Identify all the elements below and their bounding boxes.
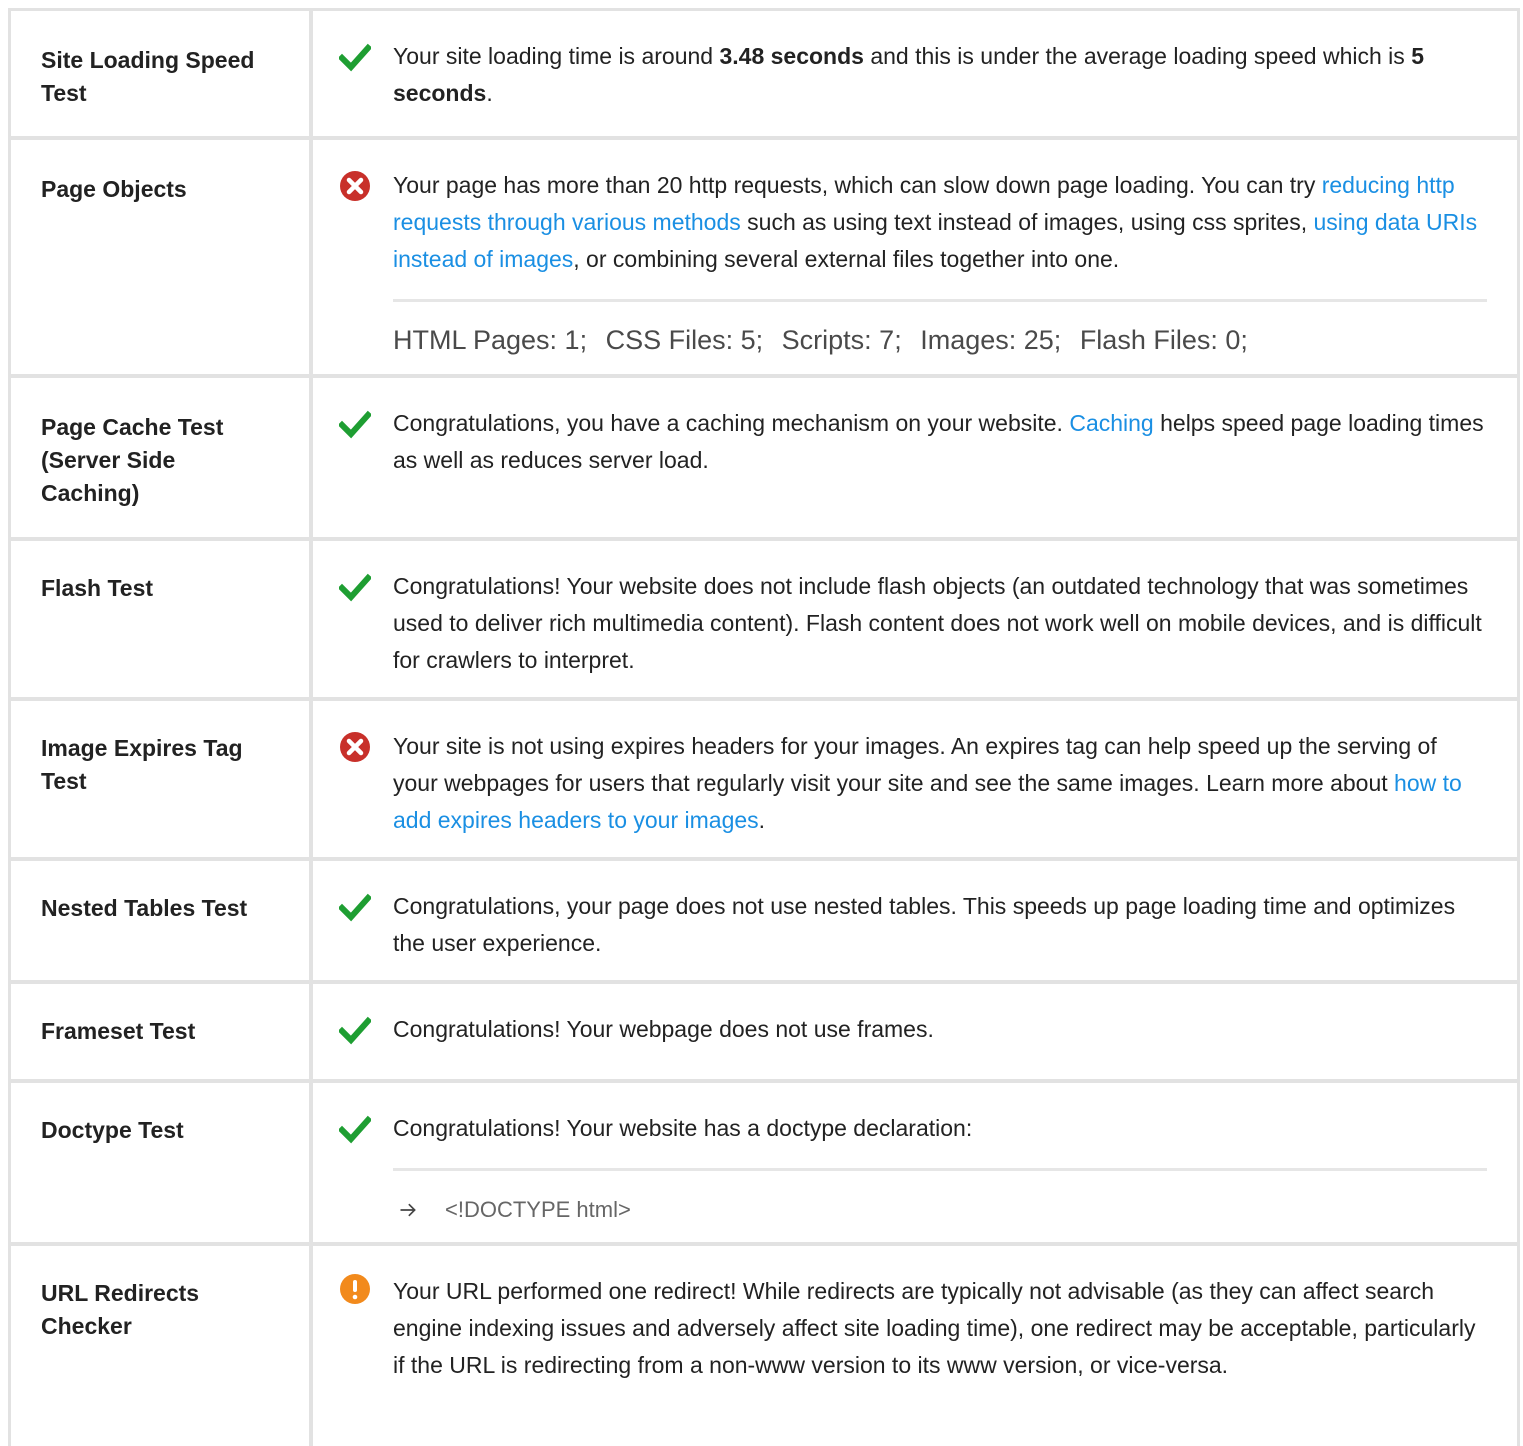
row-content: Your URL performed one redirect! While r…	[313, 1246, 1517, 1446]
doctype-declaration: <!DOCTYPE html>	[393, 1171, 1487, 1228]
error-icon	[340, 732, 370, 762]
scripts-count: Scripts: 7;	[781, 325, 902, 355]
row-description: Congratulations, your page does not use …	[393, 893, 1456, 956]
warning-icon	[340, 1274, 370, 1304]
html-pages-count: HTML Pages: 1;	[393, 325, 588, 355]
row-label: Page Cache Test (Server Side Caching)	[11, 378, 313, 537]
result-row-nested-tables: Nested Tables Test Congratulations, your…	[11, 861, 1517, 984]
check-icon	[339, 893, 371, 922]
row-content: Congratulations, your page does not use …	[313, 861, 1517, 980]
row-content: Your site loading time is around 3.48 se…	[313, 11, 1517, 136]
row-description: Your page has more than 20 http requests…	[393, 172, 1478, 272]
check-icon	[339, 573, 371, 602]
row-description: Your site is not using expires headers f…	[393, 733, 1462, 833]
row-label: Site Loading Speed Test	[11, 11, 313, 136]
row-label: Page Objects	[11, 140, 313, 374]
page-object-counts: HTML Pages: 1; CSS Files: 5; Scripts: 7;…	[393, 302, 1487, 360]
row-content: Congratulations! Your website has a doct…	[313, 1083, 1517, 1242]
row-description: Congratulations! Your webpage does not u…	[393, 1016, 934, 1042]
row-description: Your site loading time is around 3.48 se…	[393, 43, 1424, 106]
result-row-site-loading-speed: Site Loading Speed Test Your site loadin…	[11, 11, 1517, 140]
check-icon	[339, 43, 371, 72]
doctype-value: <!DOCTYPE html>	[445, 1197, 631, 1222]
row-content: Your page has more than 20 http requests…	[313, 140, 1517, 374]
check-icon	[339, 1115, 371, 1144]
row-description: Congratulations! Your website has a doct…	[393, 1115, 973, 1141]
row-content: Congratulations, you have a caching mech…	[313, 378, 1517, 537]
seo-results-table: Site Loading Speed Test Your site loadin…	[8, 8, 1520, 1446]
row-description: Congratulations, you have a caching mech…	[393, 410, 1484, 473]
error-icon	[340, 171, 370, 201]
row-content: Your site is not using expires headers f…	[313, 701, 1517, 857]
result-row-image-expires: Image Expires Tag Test Your site is not …	[11, 701, 1517, 861]
flash-files-count: Flash Files: 0;	[1079, 325, 1248, 355]
row-label: Frameset Test	[11, 984, 313, 1079]
result-row-frameset: Frameset Test Congratulations! Your webp…	[11, 984, 1517, 1083]
arrow-right-icon	[400, 1203, 416, 1216]
result-row-url-redirects: URL Redirects Checker Your URL performed…	[11, 1246, 1517, 1446]
row-content: Congratulations! Your webpage does not u…	[313, 984, 1517, 1079]
row-label: Nested Tables Test	[11, 861, 313, 980]
result-row-page-objects: Page Objects Your page has more than 20 …	[11, 140, 1517, 378]
result-row-flash-test: Flash Test Congratulations! Your website…	[11, 541, 1517, 701]
result-row-doctype: Doctype Test Congratulations! Your websi…	[11, 1083, 1517, 1246]
row-label: Flash Test	[11, 541, 313, 697]
row-label: Doctype Test	[11, 1083, 313, 1242]
check-icon	[339, 410, 371, 439]
row-label: Image Expires Tag Test	[11, 701, 313, 857]
check-icon	[339, 1016, 371, 1045]
loading-time-value: 3.48 seconds	[719, 43, 864, 69]
row-description: Your URL performed one redirect! While r…	[393, 1278, 1476, 1378]
result-row-page-cache: Page Cache Test (Server Side Caching) Co…	[11, 378, 1517, 541]
row-content: Congratulations! Your website does not i…	[313, 541, 1517, 697]
row-label: URL Redirects Checker	[11, 1246, 313, 1446]
row-description: Congratulations! Your website does not i…	[393, 573, 1482, 673]
images-count: Images: 25;	[920, 325, 1062, 355]
css-files-count: CSS Files: 5;	[605, 325, 764, 355]
caching-link[interactable]: Caching	[1069, 410, 1153, 436]
